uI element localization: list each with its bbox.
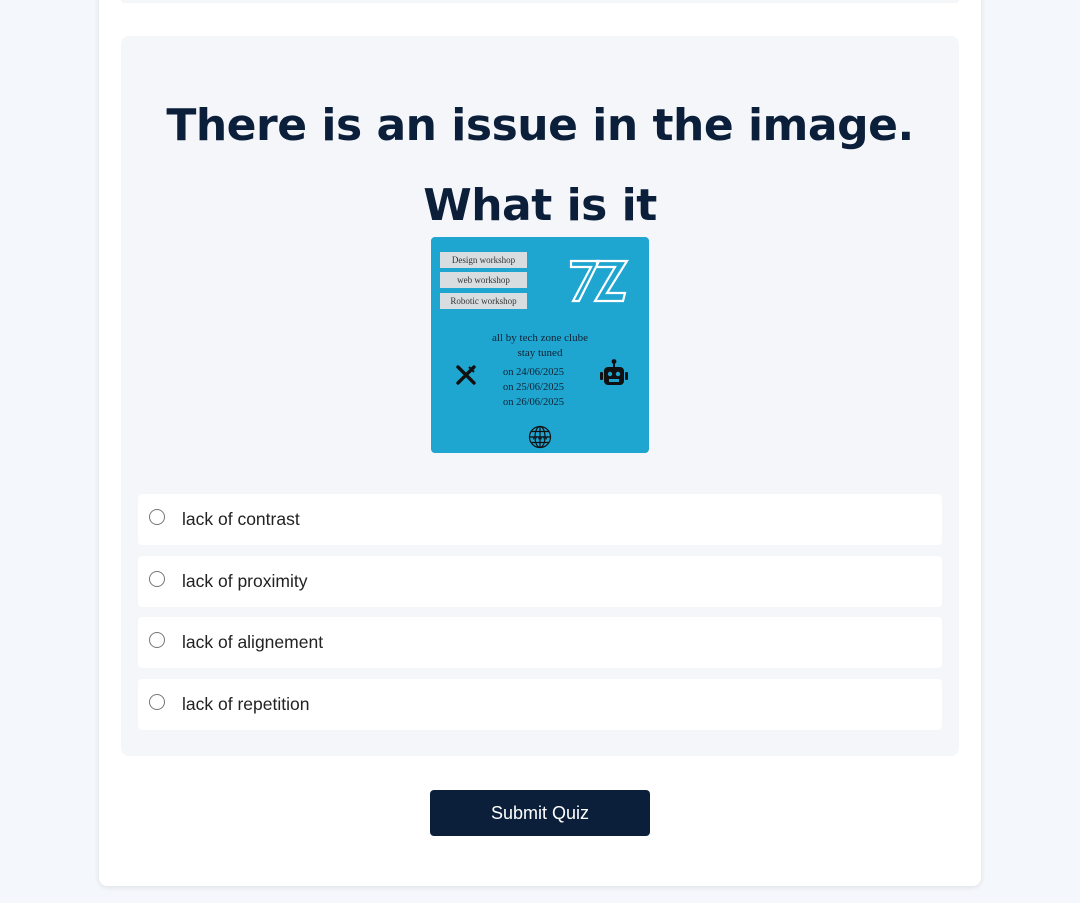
previous-question-edge: [121, 0, 959, 3]
poster-tag-design: Design workshop: [440, 252, 527, 268]
answer-option-alignement[interactable]: lack of alignement: [138, 617, 942, 668]
question-title-line1: There is an issue in the image.: [166, 100, 914, 151]
poster-clube-line: all by tech zone clube: [492, 332, 588, 344]
answer-option-label: lack of proximity: [182, 570, 308, 591]
radio-button[interactable]: [149, 570, 165, 587]
globe-icon: www: [528, 425, 552, 449]
poster-date-3: on 26/06/2025: [503, 397, 564, 408]
poster-date-2: on 25/06/2025: [503, 382, 564, 393]
question-image: Design workshop web workshop Robotic wor…: [431, 237, 649, 453]
submit-quiz-button[interactable]: Submit Quiz: [430, 790, 650, 836]
radio-button[interactable]: [149, 632, 165, 648]
design-tools-icon: [456, 365, 476, 385]
globe-text: www: [532, 434, 549, 442]
answer-option-label: lack of contrast: [182, 509, 300, 529]
answer-option-label: lack of alignement: [182, 632, 324, 652]
answer-option-contrast[interactable]: lack of contrast: [138, 494, 942, 545]
question-title-line2: What is it: [423, 180, 657, 231]
answer-options: lack of contrast lack of proximity lack …: [138, 494, 942, 740]
robot-icon: [600, 359, 628, 385]
radio-button[interactable]: [149, 693, 165, 710]
poster-date-1: on 24/06/2025: [503, 367, 564, 378]
poster-tag-web: web workshop: [440, 272, 527, 288]
tech-zone-logo: TZ: [569, 259, 629, 303]
answer-option-label: lack of repetition: [182, 693, 310, 714]
poster-tag-robotic: Robotic workshop: [440, 293, 527, 309]
answer-option-repetition[interactable]: lack of repetition: [138, 678, 942, 730]
radio-button[interactable]: [149, 509, 165, 525]
answer-option-proximity[interactable]: lack of proximity: [138, 555, 942, 607]
question-title: There is an issue in the image. What is …: [121, 86, 959, 246]
